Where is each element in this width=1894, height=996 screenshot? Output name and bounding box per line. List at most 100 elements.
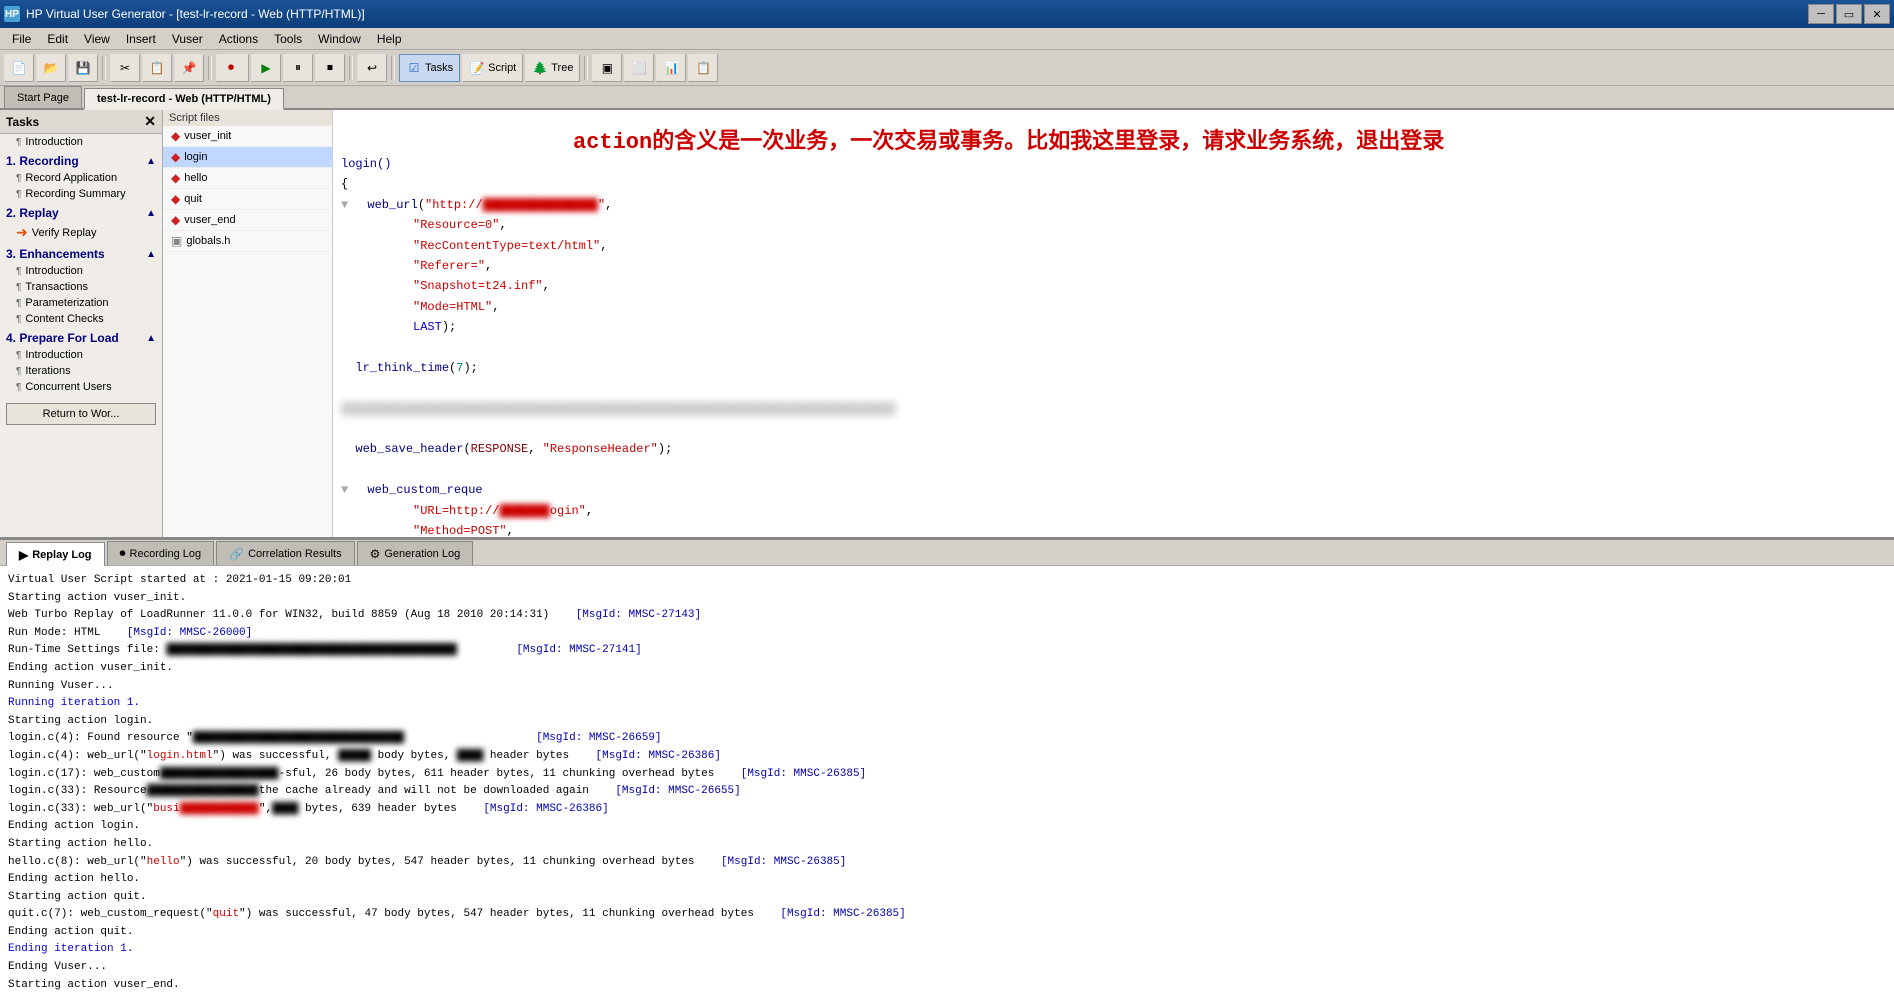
- log-tab-generation[interactable]: ⚙ Generation Log: [357, 541, 474, 565]
- menu-view[interactable]: View: [76, 30, 118, 48]
- view4-btn[interactable]: 📋: [688, 54, 718, 82]
- task-content-checks[interactable]: ¶ Content Checks: [0, 311, 162, 327]
- task-transactions[interactable]: ¶ Transactions: [0, 279, 162, 295]
- bullet-icon: ¶: [16, 137, 21, 148]
- maximize-btn[interactable]: ▭: [1836, 4, 1862, 24]
- code-line-empty4: [341, 460, 1886, 480]
- fold-icon[interactable]: ▼: [341, 195, 353, 215]
- file-hello[interactable]: ◆ hello: [163, 168, 332, 189]
- new-btn[interactable]: 📄: [4, 54, 34, 82]
- section-recording[interactable]: 1. Recording ▲: [0, 150, 162, 170]
- paste-btn[interactable]: 📌: [174, 54, 204, 82]
- step-btn[interactable]: ↩: [357, 54, 387, 82]
- task-recording-summary[interactable]: ¶ Recording Summary: [0, 186, 162, 202]
- task-intro-top[interactable]: ¶ Introduction: [0, 134, 162, 150]
- pause-run-btn[interactable]: ⏸: [283, 54, 313, 82]
- recording-log-icon: ⏺: [120, 546, 126, 561]
- view3-btn[interactable]: 📊: [656, 54, 686, 82]
- tasks-close-btn[interactable]: ✕: [144, 113, 156, 130]
- section-recording-arrow[interactable]: ▲: [146, 156, 156, 167]
- cut-btn[interactable]: ✂: [110, 54, 140, 82]
- close-btn[interactable]: ✕: [1864, 4, 1890, 24]
- log-tab-recording[interactable]: ⏺ Recording Log: [107, 541, 215, 565]
- save-btn[interactable]: 💾: [68, 54, 98, 82]
- fold-icon-2[interactable]: ▼: [341, 480, 353, 500]
- section-replay[interactable]: 2. Replay ▲: [0, 202, 162, 222]
- tab-main-file[interactable]: test-lr-record - Web (HTTP/HTML): [84, 88, 284, 110]
- script-btn[interactable]: 📝 Script: [462, 54, 523, 82]
- menu-file[interactable]: File: [4, 30, 39, 48]
- code-line-url-login: "URL=http://███████ogin",: [341, 501, 1886, 521]
- menu-insert[interactable]: Insert: [118, 30, 164, 48]
- log-tab-replay[interactable]: ▶ Replay Log: [6, 542, 105, 566]
- run-btn[interactable]: ▶: [251, 54, 281, 82]
- menu-edit[interactable]: Edit: [39, 30, 76, 48]
- code-line-brace: {: [341, 174, 1886, 194]
- start-record-btn[interactable]: ⏺: [216, 54, 249, 82]
- bullet-icon: ¶: [16, 266, 21, 277]
- log-tab-correlation-label: Correlation Results: [248, 548, 342, 560]
- log-line-16: hello.c(8): web_url("hello") was success…: [8, 854, 1886, 872]
- tasks-btn[interactable]: ☑ Tasks: [399, 54, 460, 82]
- code-line-empty1: [341, 338, 1886, 358]
- stop-run-btn[interactable]: ⏹: [315, 54, 345, 82]
- sep4: [391, 56, 395, 80]
- log-line-20: Ending action quit.: [8, 924, 1886, 942]
- file-globals-h[interactable]: ▣ globals.h: [163, 231, 332, 252]
- task-parameterization[interactable]: ¶ Parameterization: [0, 295, 162, 311]
- section-replay-arrow[interactable]: ▲: [146, 208, 156, 219]
- section-enhancements-arrow[interactable]: ▲: [146, 249, 156, 260]
- file-login[interactable]: ◆ login: [163, 147, 332, 168]
- log-line-18: Starting action quit.: [8, 889, 1886, 907]
- task-concurrent-users[interactable]: ¶ Concurrent Users: [0, 379, 162, 395]
- tree-btn[interactable]: 🌲 Tree: [525, 54, 580, 82]
- task-prep-intro[interactable]: ¶ Introduction: [0, 347, 162, 363]
- menu-window[interactable]: Window: [310, 30, 369, 48]
- file-quit[interactable]: ◆ quit: [163, 189, 332, 210]
- bullet-icon: ¶: [16, 282, 21, 293]
- generation-icon: ⚙: [370, 547, 381, 561]
- task-enh-intro[interactable]: ¶ Introduction: [0, 263, 162, 279]
- log-line-19: quit.c(7): web_custom_request("quit") wa…: [8, 906, 1886, 924]
- return-btn[interactable]: Return to Wor...: [6, 403, 156, 425]
- log-tab-replay-label: Replay Log: [32, 549, 91, 561]
- log-tab-correlation[interactable]: 🔗 Correlation Results: [216, 541, 355, 565]
- tab-start-page[interactable]: Start Page: [4, 86, 82, 108]
- menu-vuser[interactable]: Vuser: [164, 30, 211, 48]
- section-enhancements[interactable]: 3. Enhancements ▲: [0, 243, 162, 263]
- section-prepare-arrow[interactable]: ▲: [146, 333, 156, 344]
- task-verify-replay[interactable]: ➜ Verify Replay: [0, 222, 162, 243]
- code-line-weburl: ▼ web_url("http://████████████████",: [341, 195, 1886, 215]
- code-line-snapshot: "Snapshot=t24.inf",: [341, 276, 1886, 296]
- bottom-pane: ▶ Replay Log ⏺ Recording Log 🔗 Correlati…: [0, 540, 1894, 996]
- task-intro-top-label: Introduction: [25, 136, 82, 148]
- section-prepare[interactable]: 4. Prepare For Load ▲: [0, 327, 162, 347]
- log-line-4: Run-Time Settings file: ████████████████…: [8, 642, 1886, 660]
- code-panel[interactable]: action的含义是一次业务，一次交易或事务。比如我这里登录，请求业务系统，退出…: [333, 110, 1894, 537]
- minimize-btn[interactable]: ─: [1808, 4, 1834, 24]
- file-icon: ◆: [171, 150, 180, 164]
- task-record-app[interactable]: ¶ Record Application: [0, 170, 162, 186]
- bullet-icon: ¶: [16, 173, 21, 184]
- menu-help[interactable]: Help: [369, 30, 410, 48]
- file-icon: ▣: [171, 234, 182, 248]
- view1-btn[interactable]: ▣: [592, 54, 622, 82]
- annotation-text: action的含义是一次业务，一次交易或事务。比如我这里登录，请求业务系统，退出…: [573, 126, 1894, 159]
- tab-start-page-label: Start Page: [17, 92, 69, 104]
- file-quit-label: quit: [184, 193, 202, 205]
- log-line-14: Ending action login.: [8, 818, 1886, 836]
- view2-btn[interactable]: ⬜: [624, 54, 654, 82]
- log-content[interactable]: Virtual User Script started at : 2021-01…: [0, 566, 1894, 996]
- log-line-0: Virtual User Script started at : 2021-01…: [8, 572, 1886, 590]
- file-vuser-init[interactable]: ◆ vuser_init: [163, 126, 332, 147]
- open-btn[interactable]: 📂: [36, 54, 66, 82]
- log-line-3: Run Mode: HTML [MsgId: MMSC-26000]: [8, 625, 1886, 643]
- bullet-icon: ¶: [16, 350, 21, 361]
- copy-btn[interactable]: 📋: [142, 54, 172, 82]
- code-line-reccontenttype: "RecContentType=text/html",: [341, 236, 1886, 256]
- file-vuser-end[interactable]: ◆ vuser_end: [163, 210, 332, 231]
- log-tab-generation-label: Generation Log: [384, 548, 460, 560]
- task-iterations[interactable]: ¶ Iterations: [0, 363, 162, 379]
- menu-actions[interactable]: Actions: [211, 30, 266, 48]
- menu-tools[interactable]: Tools: [266, 30, 310, 48]
